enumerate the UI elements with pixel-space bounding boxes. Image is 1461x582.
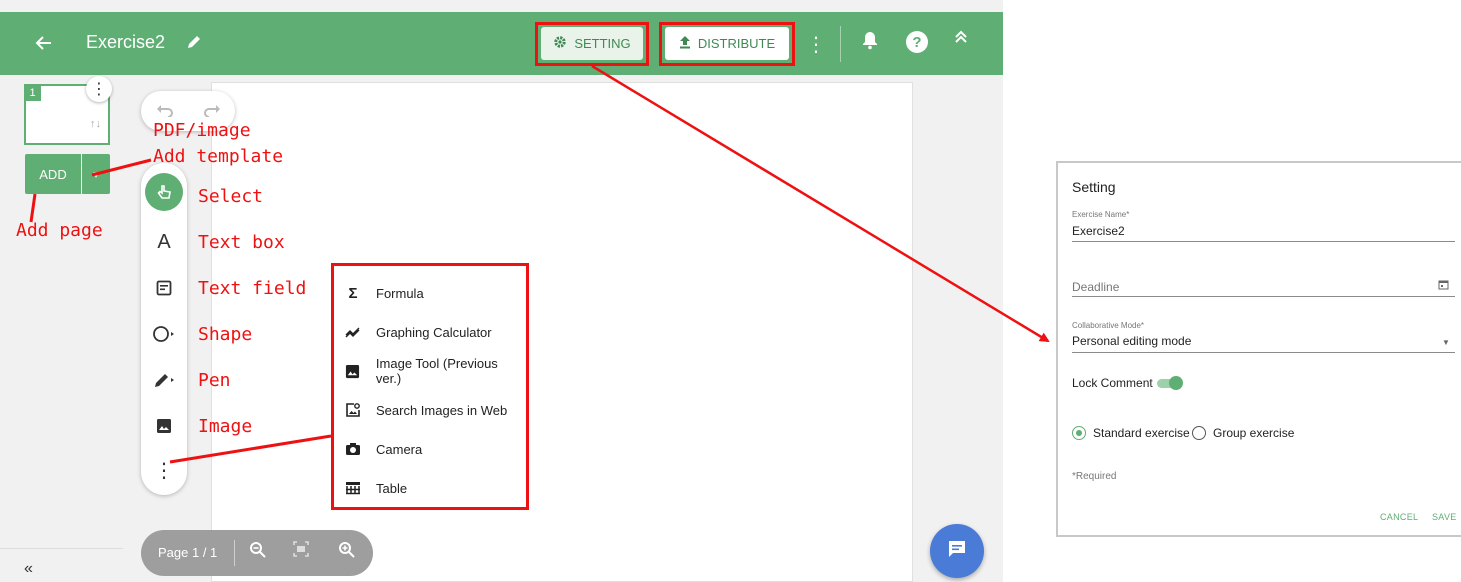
exercise-name-field[interactable]: Exercise2 (1072, 224, 1125, 238)
add-dropdown-icon[interactable]: ▾ (82, 154, 110, 194)
page-strip (0, 75, 123, 582)
menu-item-label: Camera (376, 441, 423, 457)
editor-canvas[interactable] (211, 82, 913, 582)
annotation-shape: Shape (198, 324, 253, 345)
page-indicator: Page 1 / 1 (158, 545, 218, 560)
menu-item-graphing-calculator[interactable]: Graphing Calculator (344, 320, 492, 344)
app-window: Exercise2 SETTING DISTRIBUTE ⋮ ? 1 ⋮ ↑↓ … (0, 0, 1003, 582)
top-app-bar: Exercise2 SETTING DISTRIBUTE ⋮ ? (0, 12, 1003, 75)
annotation-add-template: Add template (153, 146, 284, 167)
exercise-title: Exercise2 (86, 32, 166, 52)
collab-mode-underline (1072, 352, 1455, 353)
graph-icon (344, 323, 362, 341)
distribute-highlight (659, 22, 795, 66)
menu-item-label: Table (376, 480, 408, 496)
setting-dialog: Setting Exercise Name* Exercise2 Deadlin… (1056, 161, 1461, 537)
menu-item-formula[interactable]: Σ Formula (344, 281, 424, 305)
image-search-icon (344, 401, 362, 419)
thumbnail-more-icon[interactable]: ⋮ (86, 76, 112, 102)
strip-footer (0, 548, 123, 582)
radio-group-exercise[interactable] (1192, 426, 1206, 440)
image-tool-icon[interactable] (141, 408, 187, 444)
exercise-name-label: Exercise Name* (1072, 210, 1130, 219)
menu-item-search-images-web[interactable]: Search Images in Web (344, 398, 507, 422)
pen-tool-icon[interactable] (141, 362, 187, 398)
sort-icon[interactable]: ↑↓ (90, 118, 101, 130)
chevron-double-up-icon[interactable] (954, 30, 968, 49)
deadline-field[interactable]: Deadline (1072, 280, 1119, 294)
collapse-sidebar-icon[interactable]: « (24, 560, 33, 578)
select-tool-icon[interactable] (145, 173, 183, 211)
standard-exercise-label: Standard exercise (1093, 426, 1190, 440)
toolbar-divider (840, 26, 841, 62)
save-button[interactable]: SAVE (1432, 512, 1457, 522)
annotation-text-box: Text box (198, 232, 285, 253)
setting-highlight (535, 22, 649, 66)
fit-page-icon[interactable] (293, 541, 309, 562)
lock-comment-toggle[interactable] (1157, 376, 1183, 390)
menu-item-image-tool[interactable]: Image Tool (Previous ver.) (344, 356, 526, 386)
menu-item-table[interactable]: Table (344, 476, 407, 500)
collab-mode-label: Collaborative Mode* (1072, 321, 1145, 330)
lock-comment-label: Lock Comment (1072, 376, 1153, 390)
chat-button[interactable] (930, 524, 984, 578)
help-icon[interactable]: ? (906, 31, 928, 53)
page-number-badge: 1 (24, 84, 41, 101)
menu-item-label: Search Images in Web (376, 402, 508, 418)
camera-icon (344, 440, 362, 458)
exercise-name-underline (1072, 241, 1455, 242)
undo-icon[interactable] (156, 101, 174, 122)
required-note: *Required (1072, 471, 1117, 482)
group-exercise-label: Group exercise (1213, 426, 1295, 440)
arrow-back-icon[interactable] (32, 29, 56, 57)
zoom-out-icon[interactable] (249, 541, 267, 564)
menu-item-camera[interactable]: Camera (344, 437, 422, 461)
bell-icon[interactable] (861, 30, 883, 54)
radio-standard-exercise[interactable] (1072, 426, 1086, 440)
menu-item-label: Graphing Calculator (376, 324, 492, 340)
chat-icon (947, 539, 967, 564)
more-tools-icon[interactable]: ⋮ (141, 452, 187, 488)
image-icon (344, 362, 362, 380)
sigma-icon: Σ (348, 284, 358, 302)
annotation-image: Image (198, 416, 253, 437)
page-navigation-pill: Page 1 / 1 (141, 530, 373, 576)
annotation-pdf-image: PDF/image (153, 120, 251, 141)
text-box-tool-icon[interactable]: A (141, 224, 187, 260)
calendar-icon[interactable] (1438, 279, 1449, 293)
more-tools-menu: Σ Formula Graphing Calculator Image Tool… (331, 263, 529, 510)
add-page-button[interactable]: ADD (25, 154, 81, 194)
annotation-select: Select (198, 186, 264, 207)
more-vert-icon[interactable]: ⋮ (806, 32, 826, 57)
redo-icon[interactable] (203, 101, 221, 122)
collab-mode-select[interactable]: Personal editing mode (1072, 334, 1191, 348)
pencil-icon[interactable] (183, 30, 205, 54)
annotation-add-page: Add page (16, 220, 103, 241)
zoom-in-icon[interactable] (338, 541, 356, 564)
text-field-tool-icon[interactable] (141, 270, 187, 306)
shape-tool-icon[interactable] (141, 316, 187, 352)
page-pill-divider (234, 540, 235, 566)
deadline-underline (1072, 296, 1455, 297)
cancel-button[interactable]: CANCEL (1380, 512, 1418, 522)
menu-item-label: Formula (376, 285, 424, 301)
dialog-title: Setting (1072, 179, 1116, 195)
table-icon (344, 479, 362, 497)
menu-item-label: Image Tool (Previous ver.) (375, 356, 498, 386)
dropdown-caret-icon[interactable]: ▼ (1442, 338, 1450, 347)
annotation-pen: Pen (198, 370, 231, 391)
toggle-knob (1169, 376, 1183, 390)
annotation-text-field: Text field (198, 278, 307, 299)
